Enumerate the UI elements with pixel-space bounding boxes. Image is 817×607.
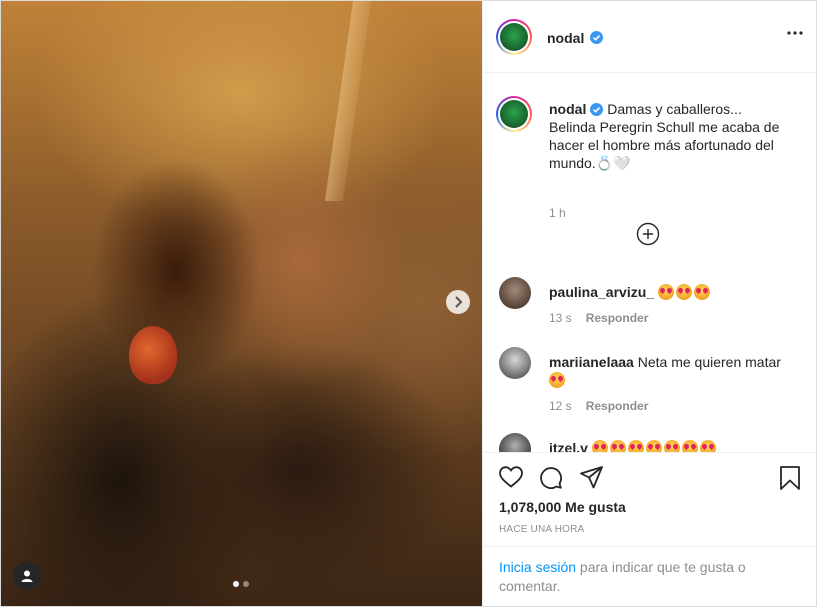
likes-count[interactable]: 1,078,000 Me gusta bbox=[499, 499, 626, 515]
heart-eyes-emoji bbox=[699, 440, 716, 452]
add-circle-icon[interactable] bbox=[636, 222, 660, 246]
heart-eyes-emoji bbox=[591, 440, 608, 452]
carousel-dot bbox=[233, 581, 239, 587]
heart-icon[interactable] bbox=[498, 465, 524, 489]
photo-light-beam bbox=[324, 1, 372, 201]
carousel-dots bbox=[233, 581, 249, 587]
caption-avatar[interactable] bbox=[496, 96, 532, 132]
comment-icon[interactable] bbox=[538, 465, 563, 490]
commenter-avatar[interactable] bbox=[499, 277, 531, 309]
heart-eyes-emoji bbox=[693, 284, 710, 300]
photo-rose bbox=[129, 326, 177, 384]
caption-username[interactable]: nodal bbox=[549, 101, 586, 117]
verified-icon bbox=[590, 31, 603, 44]
caption-text-block: nodal Damas y caballeros... Belinda Pere… bbox=[549, 100, 789, 172]
heart-eyes-emoji bbox=[609, 440, 626, 452]
commenter-avatar[interactable] bbox=[499, 433, 531, 452]
comment-text-block: paulina_arvizu_ bbox=[549, 283, 799, 301]
comment-meta: 12 s Responder bbox=[549, 399, 648, 413]
post-photo[interactable] bbox=[1, 1, 482, 606]
action-bar bbox=[483, 452, 817, 502]
reply-button[interactable]: Responder bbox=[586, 399, 649, 413]
heart-eyes-emoji bbox=[663, 440, 680, 452]
post-dialog: nodal nodal Damas y caballeros... Belind… bbox=[0, 0, 817, 607]
comment-text-block: mariianelaaa Neta me quieren matar bbox=[549, 353, 799, 389]
reply-button[interactable]: Responder bbox=[586, 311, 649, 325]
more-icon[interactable] bbox=[787, 31, 803, 35]
commenter-username[interactable]: itzel.v bbox=[549, 440, 588, 452]
heart-eyes-emoji bbox=[657, 284, 674, 300]
post-time-ago[interactable]: HACE UNA HORA bbox=[499, 524, 584, 535]
login-prompt: Inicia sesión para indicar que te gusta … bbox=[483, 546, 817, 606]
heart-eyes-emoji bbox=[675, 284, 692, 300]
comment-text: Neta me quieren matar bbox=[637, 354, 781, 370]
comment-text-block: itzel.v bbox=[549, 439, 799, 452]
chevron-right-icon bbox=[455, 296, 463, 308]
author-username[interactable]: nodal bbox=[547, 30, 584, 46]
post-sidebar: nodal nodal Damas y caballeros... Belind… bbox=[482, 1, 817, 606]
commenter-avatar[interactable] bbox=[499, 347, 531, 379]
comments-section[interactable]: nodal Damas y caballeros... Belinda Pere… bbox=[483, 74, 817, 452]
heart-eyes-emoji bbox=[645, 440, 662, 452]
heart-eyes-emoji bbox=[549, 372, 565, 388]
user-tag-icon bbox=[21, 570, 33, 582]
login-prompt-text: Inicia sesión para indicar que te gusta … bbox=[499, 558, 799, 596]
login-link[interactable]: Inicia sesión bbox=[499, 559, 576, 575]
caption-timestamp[interactable]: 1 h bbox=[549, 206, 566, 220]
bookmark-icon[interactable] bbox=[779, 465, 801, 491]
comment-time[interactable]: 12 s bbox=[549, 399, 572, 413]
author-avatar[interactable] bbox=[496, 19, 532, 55]
commenter-username[interactable]: mariianelaaa bbox=[549, 354, 634, 370]
comment-time[interactable]: 13 s bbox=[549, 311, 572, 325]
tagged-users-button[interactable] bbox=[13, 562, 41, 590]
carousel-dot bbox=[243, 581, 249, 587]
heart-eyes-emoji bbox=[627, 440, 644, 452]
next-photo-button[interactable] bbox=[446, 290, 470, 314]
share-icon[interactable] bbox=[579, 465, 604, 490]
post-header: nodal bbox=[483, 1, 817, 73]
commenter-username[interactable]: paulina_arvizu_ bbox=[549, 284, 654, 300]
verified-icon bbox=[590, 103, 604, 116]
heart-eyes-emoji bbox=[681, 440, 698, 452]
comment-meta: 13 s Responder bbox=[549, 311, 648, 325]
